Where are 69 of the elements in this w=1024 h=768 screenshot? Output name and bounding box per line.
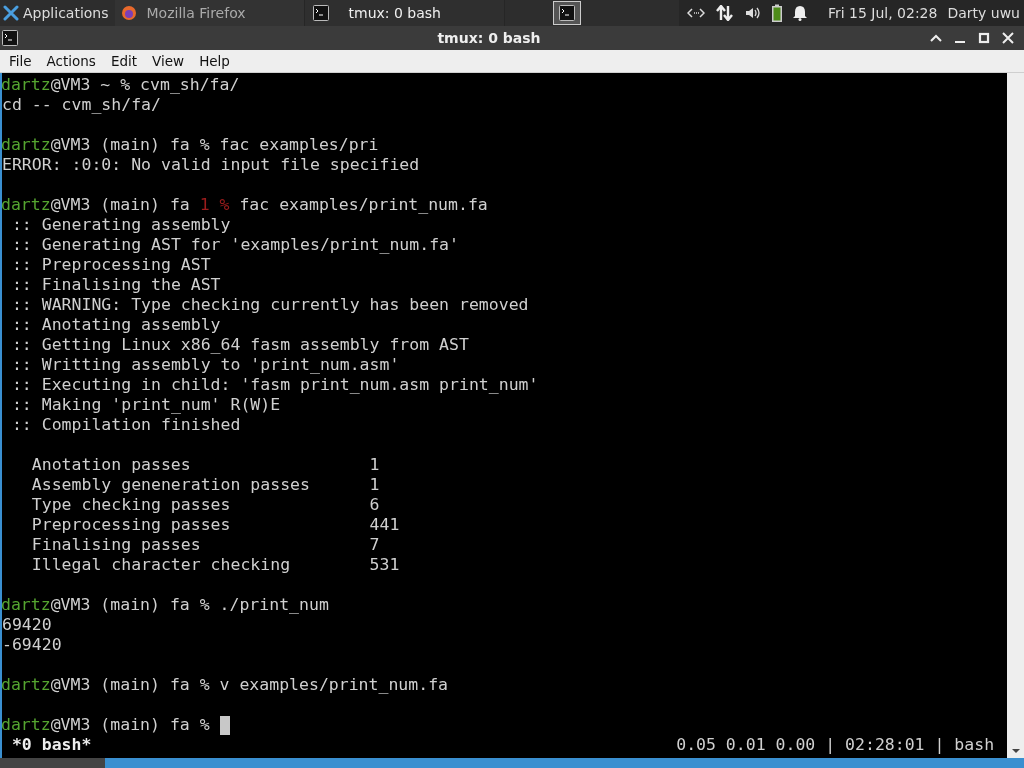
stat-value: 7	[369, 535, 380, 555]
terminal-line: -69420	[2, 635, 62, 655]
prompt-user: dartz	[2, 195, 51, 215]
terminal-text: fac examples/print_num.fa	[238, 195, 488, 215]
stat-label: Anotation passes	[31, 455, 192, 475]
terminal-line: cd -- cvm_sh/fa/	[2, 95, 161, 115]
prompt-user: dartz	[2, 675, 51, 695]
terminal-line: :: Writting assembly to 'print_num.asm'	[10, 355, 400, 375]
battery-icon[interactable]	[771, 4, 782, 22]
exit-code: 1 %	[199, 195, 230, 215]
stat-label: Preprocessing passes	[31, 515, 232, 535]
terminal-icon[interactable]	[2, 30, 18, 46]
stat-label: Illegal character checking	[31, 555, 292, 575]
stat-value: 531	[369, 555, 400, 575]
window-title: tmux: 0 bash	[436, 30, 542, 46]
terminal-line: :: Preprocessing AST	[10, 255, 211, 275]
menu-item[interactable]: Actions	[37, 53, 102, 69]
tmux-status-info: 0.05 0.01 0.00 | 02:28:01 | bash	[676, 735, 995, 755]
volume-icon[interactable]	[744, 6, 761, 20]
maximize-icon[interactable]	[978, 32, 990, 44]
menu-item[interactable]: File	[0, 53, 38, 69]
xfce-mouse-icon	[3, 5, 19, 21]
menu-item[interactable]: Edit	[101, 53, 144, 69]
applications-menu[interactable]: Applications	[0, 0, 115, 26]
terminal-line: :: Executing in child: 'fasm print_num.asm print_num'	[10, 375, 539, 395]
terminal-icon	[312, 5, 329, 21]
transfer-arrows-icon[interactable]	[715, 5, 734, 21]
terminal-line: :: Generating AST for 'examples/print_num.fa'	[10, 235, 459, 255]
terminal-text: @VM3 (main) fa % v examples/print_num.fa	[50, 675, 449, 695]
stat-label: Assembly geneneration passes	[31, 475, 311, 495]
bell-icon[interactable]	[792, 5, 807, 21]
stat-value: 6	[369, 495, 380, 515]
workspace-button[interactable]	[552, 1, 581, 25]
stat-value: 441	[369, 515, 400, 535]
terminal-line: ERROR: :0:0: No valid input file specified	[2, 155, 420, 175]
terminal-text: @VM3 (main) fa	[50, 195, 191, 215]
prompt-user: dartz	[2, 75, 51, 95]
prompt-user: dartz	[2, 595, 51, 615]
menu-item[interactable]: View	[143, 53, 191, 69]
prompt-user: dartz	[2, 715, 51, 735]
clock[interactable]: Fri 15 Jul, 02:28	[827, 5, 938, 21]
terminal-text: @VM3 (main) fa % fac examples/pri	[50, 135, 379, 155]
shade-icon[interactable]	[930, 32, 942, 44]
terminal-line: :: Compilation finished	[10, 415, 241, 435]
terminal-line: :: Finalising the AST	[10, 275, 221, 295]
scrollbar[interactable]	[1007, 73, 1024, 758]
scroll-down-arrow-icon[interactable]	[1010, 748, 1021, 754]
taskbar-button[interactable]: Mozilla Firefox	[114, 0, 305, 26]
terminal-text: @VM3 (main) fa %	[50, 715, 211, 735]
browser-icon	[120, 5, 137, 21]
stat-value: 1	[369, 455, 380, 475]
close-icon[interactable]	[1002, 32, 1014, 44]
terminal-line: 69420	[2, 615, 52, 635]
tmux-window-tab[interactable]: *0 bash*	[11, 735, 92, 755]
stat-label: Finalising passes	[31, 535, 202, 555]
network-icon[interactable]	[686, 7, 705, 19]
terminal-icon	[558, 5, 575, 21]
stat-value: 1	[369, 475, 380, 495]
terminal-line: :: Anotating assembly	[10, 315, 221, 335]
terminal-line: :: Generating assembly	[10, 215, 231, 235]
terminal-line: :: Making 'print_num' R(W)E	[10, 395, 281, 415]
user-name[interactable]: Darty uwu	[947, 5, 1020, 21]
prompt-user: dartz	[2, 135, 51, 155]
menu-item[interactable]: Help	[190, 53, 236, 69]
terminal-line: :: Getting Linux x86_64 fasm assembly from AST	[10, 335, 469, 355]
terminal-line: :: WARNING: Type checking currently has been removed	[10, 295, 529, 315]
terminal-text: @VM3 ~ % cvm_sh/fa/	[50, 75, 240, 95]
stat-label: Type checking passes	[31, 495, 232, 515]
terminal-text: @VM3 (main) fa % ./print_num	[50, 595, 329, 615]
